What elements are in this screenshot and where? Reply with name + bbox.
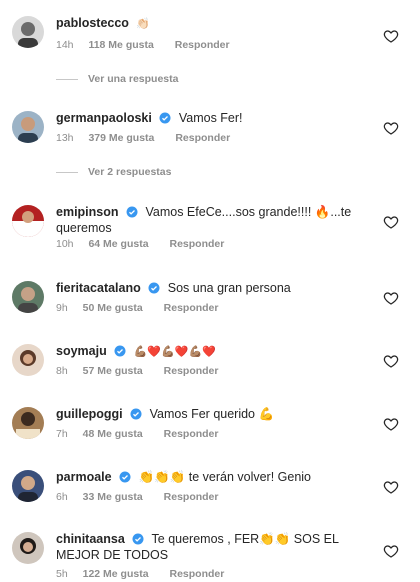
comment-username[interactable]: soymaju	[56, 344, 107, 358]
avatar[interactable]	[12, 344, 44, 376]
comment-text: guillepoggi Vamos Fer querido 💪	[56, 406, 356, 422]
reply-button[interactable]: Responder	[164, 302, 219, 314]
replies-divider	[56, 171, 78, 173]
comment-time: 9h	[56, 302, 68, 314]
comment-text: soymaju 💪🏽❤️💪🏽❤️💪🏽❤️	[56, 343, 356, 360]
verified-badge-icon	[130, 408, 142, 420]
comment-text: germanpaoloski Vamos Fer!	[56, 110, 356, 126]
comment-username[interactable]: germanpaoloski	[56, 111, 152, 125]
comment-body: Sos una gran persona	[167, 281, 291, 295]
reply-button[interactable]: Responder	[169, 238, 224, 250]
comment-body: 👏🏻	[136, 17, 151, 30]
comment-username[interactable]: emipinson	[56, 205, 119, 219]
comment-text: fieritacatalano Sos una gran persona	[56, 280, 356, 296]
comment-meta: 6h 33 Me gusta Responder	[56, 491, 218, 503]
comment-body: Vamos Fer querido 💪	[149, 407, 275, 421]
reply-button[interactable]: Responder	[164, 365, 219, 377]
comment-time: 10h	[56, 238, 74, 250]
comment-meta: 7h 48 Me gusta Responder	[56, 428, 218, 440]
comment-text: emipinson Vamos EfeCe....sos grande!!!! …	[56, 204, 356, 236]
comment-time: 5h	[56, 568, 68, 580]
comment-time: 13h	[56, 132, 74, 144]
verified-badge-icon	[159, 112, 171, 124]
comment-likes[interactable]: 64 Me gusta	[88, 238, 148, 250]
comment-body: 👏👏👏 te verán volver! Genio	[138, 470, 312, 484]
heart-outline-icon[interactable]	[383, 290, 399, 306]
comment-time: 14h	[56, 39, 74, 51]
comment-username[interactable]: pablostecco	[56, 16, 129, 30]
reply-button[interactable]: Responder	[164, 491, 219, 503]
avatar[interactable]	[12, 111, 44, 143]
heart-outline-icon[interactable]	[383, 543, 399, 559]
avatar[interactable]	[12, 407, 44, 439]
verified-badge-icon	[119, 471, 131, 483]
view-replies-label[interactable]: Ver 2 respuestas	[88, 166, 171, 178]
comment-meta: 5h 122 Me gusta Responder	[56, 568, 224, 580]
comment-likes[interactable]: 50 Me gusta	[83, 302, 143, 314]
reply-button[interactable]: Responder	[164, 428, 219, 440]
comment-time: 7h	[56, 428, 68, 440]
verified-badge-icon	[126, 206, 138, 218]
heart-outline-icon[interactable]	[383, 120, 399, 136]
comment-body: Vamos Fer!	[178, 111, 243, 125]
comment-text: parmoale 👏👏👏 te verán volver! Genio	[56, 469, 356, 485]
comment-likes[interactable]: 48 Me gusta	[83, 428, 143, 440]
replies-divider	[56, 78, 78, 80]
avatar[interactable]	[12, 532, 44, 564]
heart-outline-icon[interactable]	[383, 416, 399, 432]
comment-likes[interactable]: 122 Me gusta	[83, 568, 149, 580]
comment-meta: 8h 57 Me gusta Responder	[56, 365, 218, 377]
comment-likes[interactable]: 33 Me gusta	[83, 491, 143, 503]
comment-likes[interactable]: 379 Me gusta	[88, 132, 154, 144]
comment-username[interactable]: parmoale	[56, 470, 112, 484]
avatar[interactable]	[12, 470, 44, 502]
reply-button[interactable]: Responder	[169, 568, 224, 580]
view-replies-label[interactable]: Ver una respuesta	[88, 73, 178, 85]
view-replies-button[interactable]: Ver una respuesta	[56, 73, 178, 85]
comment-meta: 13h 379 Me gusta Responder	[56, 132, 230, 144]
heart-outline-icon[interactable]	[383, 28, 399, 44]
avatar[interactable]	[12, 16, 44, 48]
comment-meta: 14h 118 Me gusta Responder	[56, 39, 230, 51]
verified-badge-icon	[114, 345, 126, 357]
verified-badge-icon	[132, 533, 144, 545]
comment-text: chinitaansa Te queremos , FER👏👏 SOS EL M…	[56, 531, 356, 563]
comment-meta: 9h 50 Me gusta Responder	[56, 302, 218, 314]
comment-body: 💪🏽❤️💪🏽❤️💪🏽❤️	[133, 345, 216, 358]
comment-meta: 10h 64 Me gusta Responder	[56, 238, 224, 250]
comment-time: 6h	[56, 491, 68, 503]
comment-time: 8h	[56, 365, 68, 377]
reply-button[interactable]: Responder	[175, 132, 230, 144]
view-replies-button[interactable]: Ver 2 respuestas	[56, 166, 171, 178]
comment-username[interactable]: fieritacatalano	[56, 281, 141, 295]
comment-likes[interactable]: 118 Me gusta	[88, 39, 153, 51]
comment-text: pablostecco 👏🏻	[56, 15, 356, 32]
heart-outline-icon[interactable]	[383, 353, 399, 369]
comment-username[interactable]: chinitaansa	[56, 532, 125, 546]
avatar[interactable]	[12, 205, 44, 237]
comment-likes[interactable]: 57 Me gusta	[83, 365, 143, 377]
avatar[interactable]	[12, 281, 44, 313]
verified-badge-icon	[148, 282, 160, 294]
comment-username[interactable]: guillepoggi	[56, 407, 123, 421]
heart-outline-icon[interactable]	[383, 214, 399, 230]
heart-outline-icon[interactable]	[383, 479, 399, 495]
reply-button[interactable]: Responder	[175, 39, 230, 51]
